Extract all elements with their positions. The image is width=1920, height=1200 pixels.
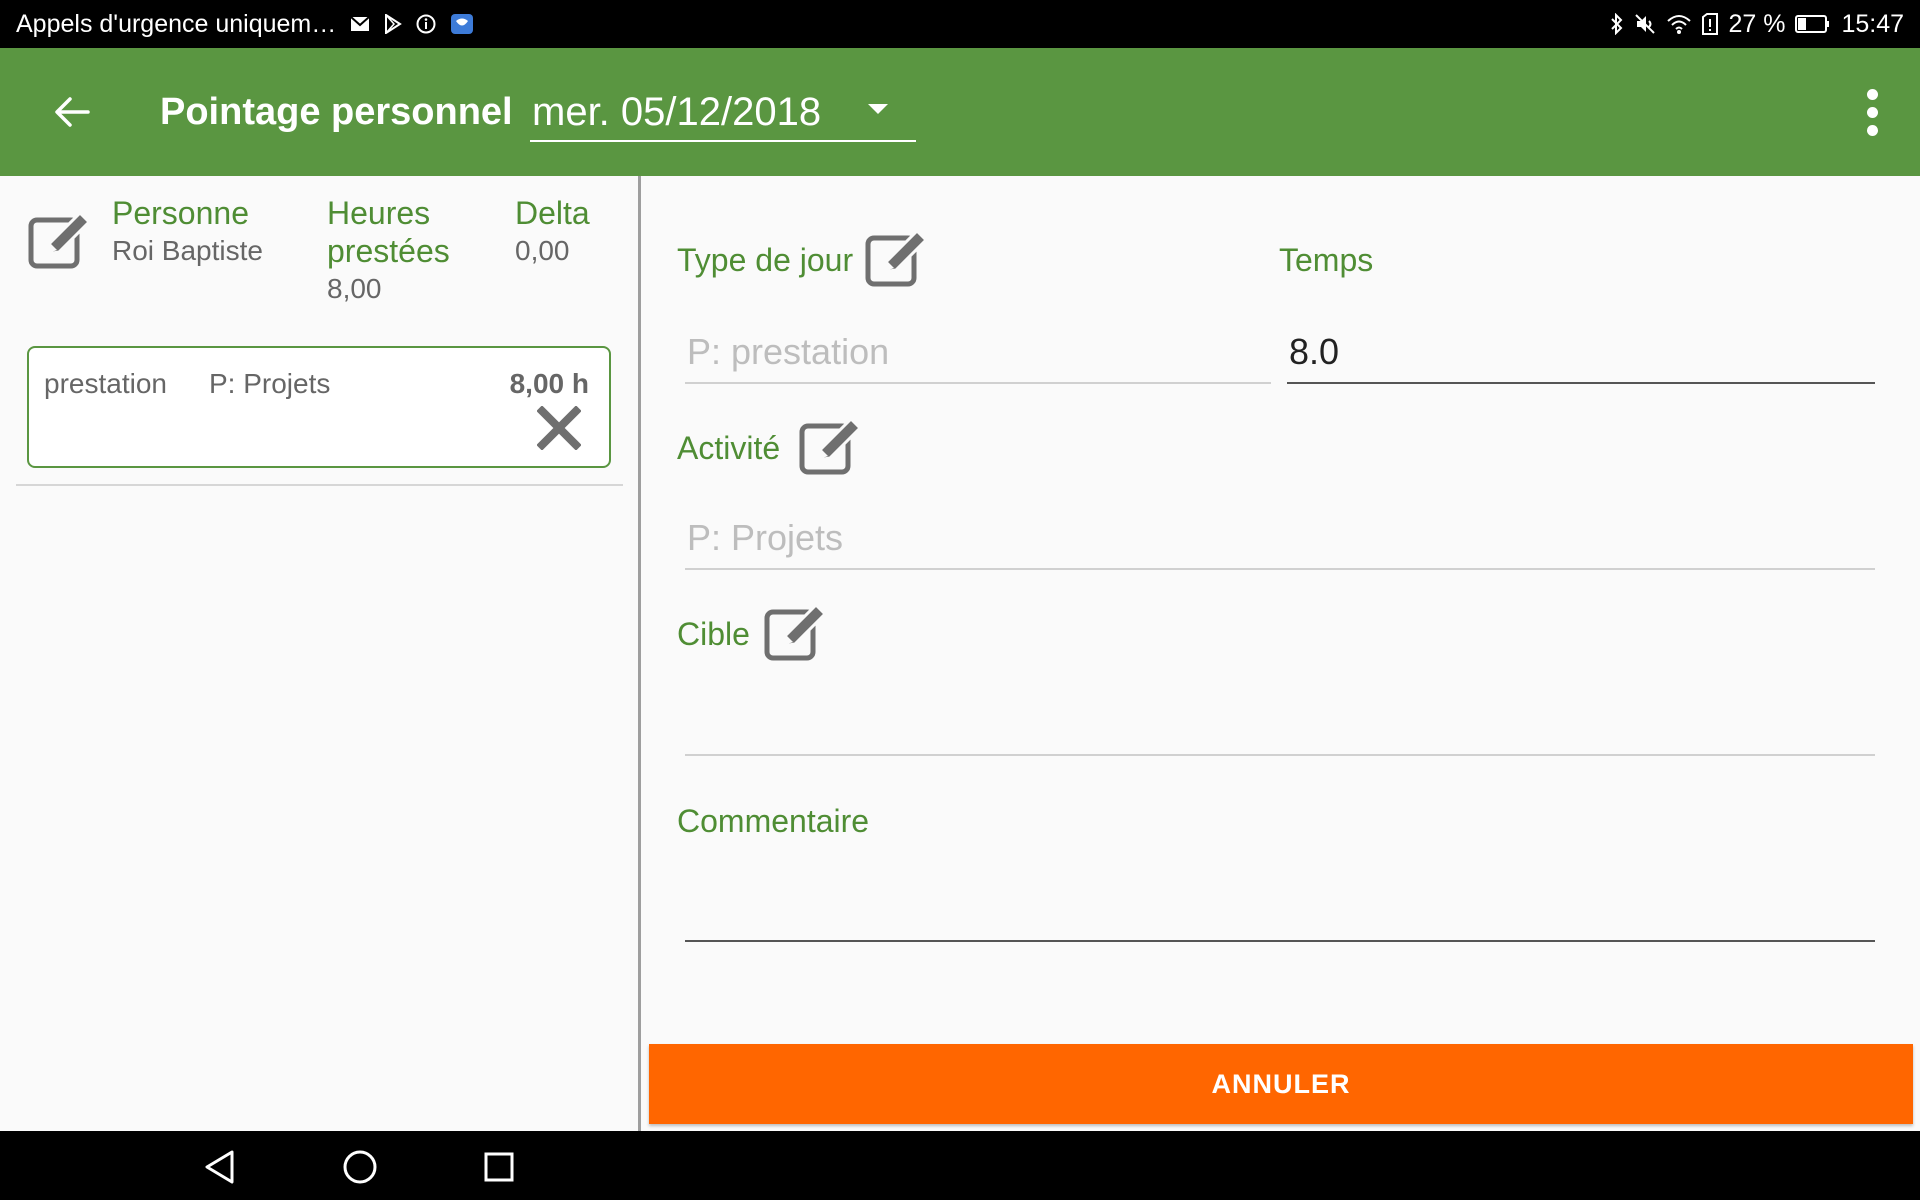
notification-text: Appels d'urgence uniquem… xyxy=(16,9,337,38)
status-bar-left: Appels d'urgence uniquem… xyxy=(16,0,474,48)
wifi-icon xyxy=(1666,13,1692,35)
delete-entry-button[interactable] xyxy=(536,405,582,451)
time-value: 8.0 xyxy=(1289,331,1340,372)
activity-label: Activité xyxy=(677,430,781,466)
mute-icon xyxy=(1634,13,1656,35)
entry-activity: P: Projets xyxy=(209,368,331,399)
more-vert-icon-dot xyxy=(1866,106,1878,118)
delta-label: Delta xyxy=(515,195,590,231)
delta-value: 0,00 xyxy=(515,235,570,266)
edit-icon xyxy=(28,210,92,269)
entry-hours: 8,00 h xyxy=(509,368,589,399)
triangle-back-icon xyxy=(205,1150,234,1184)
edit-activity-button[interactable] xyxy=(799,416,865,476)
nav-home-button[interactable] xyxy=(334,1141,386,1193)
time-input[interactable]: 8.0 xyxy=(1287,324,1875,384)
activity-placeholder: P: Projets xyxy=(687,517,844,558)
comment-input[interactable] xyxy=(685,882,1875,942)
entry-type: prestation xyxy=(44,368,167,399)
list-divider xyxy=(16,484,623,486)
system-nav-bar xyxy=(0,1131,1920,1200)
date-value: mer. 05/12/2018 xyxy=(532,90,822,134)
sim-alert-icon xyxy=(1702,13,1719,35)
chevron-down-icon xyxy=(868,104,888,114)
target-field[interactable] xyxy=(685,696,1875,756)
app-bar: Pointage personnel mer. 05/12/2018 xyxy=(0,48,1920,176)
circle-info-icon xyxy=(416,14,436,34)
square-recents-icon xyxy=(484,1152,514,1182)
close-icon xyxy=(536,405,582,451)
status-bar: Appels d'urgence uniquem… 27 % 15:47 xyxy=(0,0,1920,48)
target-label: Cible xyxy=(677,616,750,652)
edit-icon xyxy=(865,228,929,287)
battery-percent: 27 % xyxy=(1728,9,1786,38)
edit-target-button[interactable] xyxy=(764,602,830,662)
hours-label-line2: prestées xyxy=(327,233,450,269)
entry-card[interactable]: prestation P: Projets 8,00 h xyxy=(27,346,611,468)
edit-person-button[interactable] xyxy=(28,210,94,270)
date-dropdown[interactable]: mer. 05/12/2018 xyxy=(530,84,916,142)
activity-field[interactable]: P: Projets xyxy=(685,510,1875,570)
person-column: Personne Roi Baptiste xyxy=(112,194,263,270)
nav-back-button[interactable] xyxy=(194,1141,246,1193)
battery-icon xyxy=(1795,15,1831,33)
hours-column: Heures prestées 8,00 xyxy=(327,194,450,308)
page-title: Pointage personnel xyxy=(160,91,513,133)
cancel-button[interactable]: ANNULER xyxy=(649,1044,1913,1124)
day-type-placeholder: P: prestation xyxy=(687,331,890,372)
edit-icon xyxy=(764,602,828,661)
day-type-field[interactable]: P: prestation xyxy=(685,324,1271,384)
time-label: Temps xyxy=(1279,242,1374,278)
more-vert-icon-dot xyxy=(1866,88,1878,100)
delta-column: Delta 0,00 xyxy=(515,194,590,270)
app-badge-icon xyxy=(450,13,474,35)
mail-icon xyxy=(350,16,370,32)
edit-icon xyxy=(799,416,863,475)
clock: 15:47 xyxy=(1841,9,1904,38)
day-type-label: Type de jour xyxy=(677,242,854,278)
summary-panel: Personne Roi Baptiste Heures prestées 8,… xyxy=(0,176,638,1131)
nav-recents-button[interactable] xyxy=(473,1141,525,1193)
overflow-menu-button[interactable] xyxy=(1844,84,1900,140)
status-bar-right: 27 % 15:47 xyxy=(1610,0,1904,48)
arrow-left-icon xyxy=(55,97,90,127)
person-value: Roi Baptiste xyxy=(112,235,263,266)
hours-value: 8,00 xyxy=(327,273,382,304)
comment-label: Commentaire xyxy=(677,803,870,839)
entry-form: Type de jour Temps P: prestation 8.0 Act… xyxy=(641,176,1920,1131)
circle-home-icon xyxy=(343,1150,377,1184)
person-label: Personne xyxy=(112,195,249,231)
bluetooth-icon xyxy=(1610,13,1624,35)
play-store-icon xyxy=(384,14,403,34)
more-vert-icon-dot xyxy=(1866,124,1878,136)
back-button[interactable] xyxy=(48,88,96,136)
edit-day-type-button[interactable] xyxy=(865,228,931,288)
hours-label-line1: Heures xyxy=(327,195,431,231)
